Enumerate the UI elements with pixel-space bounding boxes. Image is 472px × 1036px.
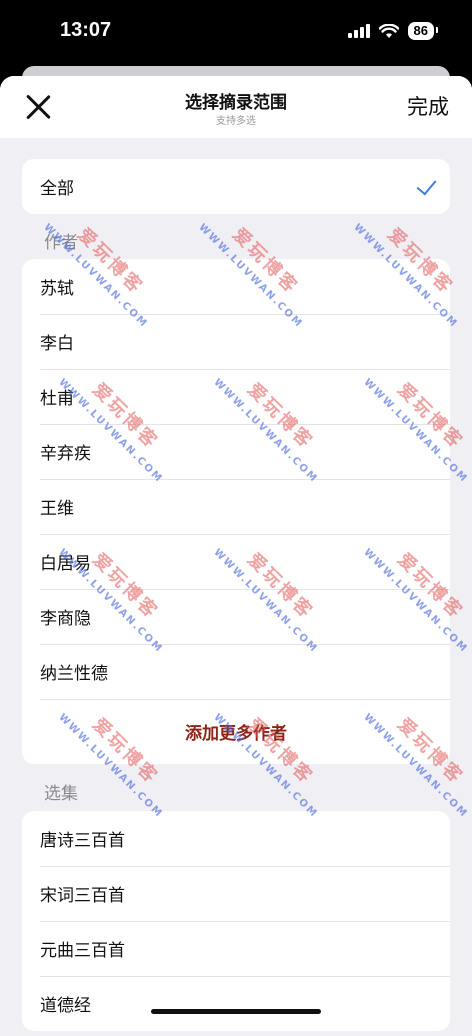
add-more-authors-button[interactable]: 添加更多作者	[22, 699, 450, 764]
collection-item[interactable]: 元曲三百首	[22, 921, 450, 976]
collection-label: 唐诗三百首	[40, 831, 125, 851]
done-button[interactable]: 完成	[407, 91, 449, 121]
home-indicator[interactable]	[151, 1009, 321, 1014]
page-title: 选择摘录范围	[185, 93, 287, 113]
author-item[interactable]: 纳兰性德	[22, 644, 450, 699]
author-label: 白居易	[40, 554, 91, 574]
author-label: 王维	[40, 499, 74, 519]
authors-card: 苏轼 李白 杜甫 辛弃疾 王维 白居易 李商隐 纳兰性德 添加更多作者	[22, 259, 450, 764]
author-item[interactable]: 王维	[22, 479, 450, 534]
author-label: 杜甫	[40, 389, 74, 409]
collection-item[interactable]: 唐诗三百首	[22, 811, 450, 866]
author-item[interactable]: 李商隐	[22, 589, 450, 644]
range-selection-sheet: 选择摘录范围 支持多选 完成 全部 作者 苏轼 李白 杜甫 辛弃疾 王维 白居易…	[0, 76, 472, 1036]
author-label: 李白	[40, 334, 74, 354]
checkmark-icon	[416, 174, 437, 196]
collection-item[interactable]: 道德经	[22, 976, 450, 1031]
status-time: 13:07	[60, 19, 112, 41]
status-bar: 13:07 86	[0, 0, 472, 64]
author-label: 李商隐	[40, 609, 91, 629]
battery-icon: 86	[407, 22, 439, 40]
all-option-card: 全部	[22, 159, 450, 214]
author-label: 纳兰性德	[40, 664, 108, 684]
cellular-signal-icon	[347, 24, 370, 38]
page-subtitle: 支持多选	[216, 116, 256, 127]
option-all[interactable]: 全部	[22, 159, 450, 214]
author-label: 辛弃疾	[40, 444, 91, 464]
collections-card: 唐诗三百首 宋词三百首 元曲三百首 道德经	[22, 811, 450, 1031]
author-label: 苏轼	[40, 279, 74, 299]
option-all-label: 全部	[40, 179, 74, 199]
author-item[interactable]: 杜甫	[22, 369, 450, 424]
collection-label: 宋词三百首	[40, 886, 125, 906]
author-item[interactable]: 苏轼	[22, 259, 450, 314]
author-item[interactable]: 李白	[22, 314, 450, 369]
authors-section-label: 作者	[44, 233, 78, 253]
collection-label: 道德经	[40, 996, 91, 1016]
collection-item[interactable]: 宋词三百首	[22, 866, 450, 921]
status-icons: 86	[347, 22, 439, 40]
collection-label: 元曲三百首	[40, 941, 125, 961]
sheet-header: 选择摘录范围 支持多选 完成	[0, 76, 472, 138]
collections-section-label: 选集	[44, 784, 78, 804]
author-item[interactable]: 辛弃疾	[22, 424, 450, 479]
wifi-icon	[378, 23, 399, 38]
author-item[interactable]: 白居易	[22, 534, 450, 589]
